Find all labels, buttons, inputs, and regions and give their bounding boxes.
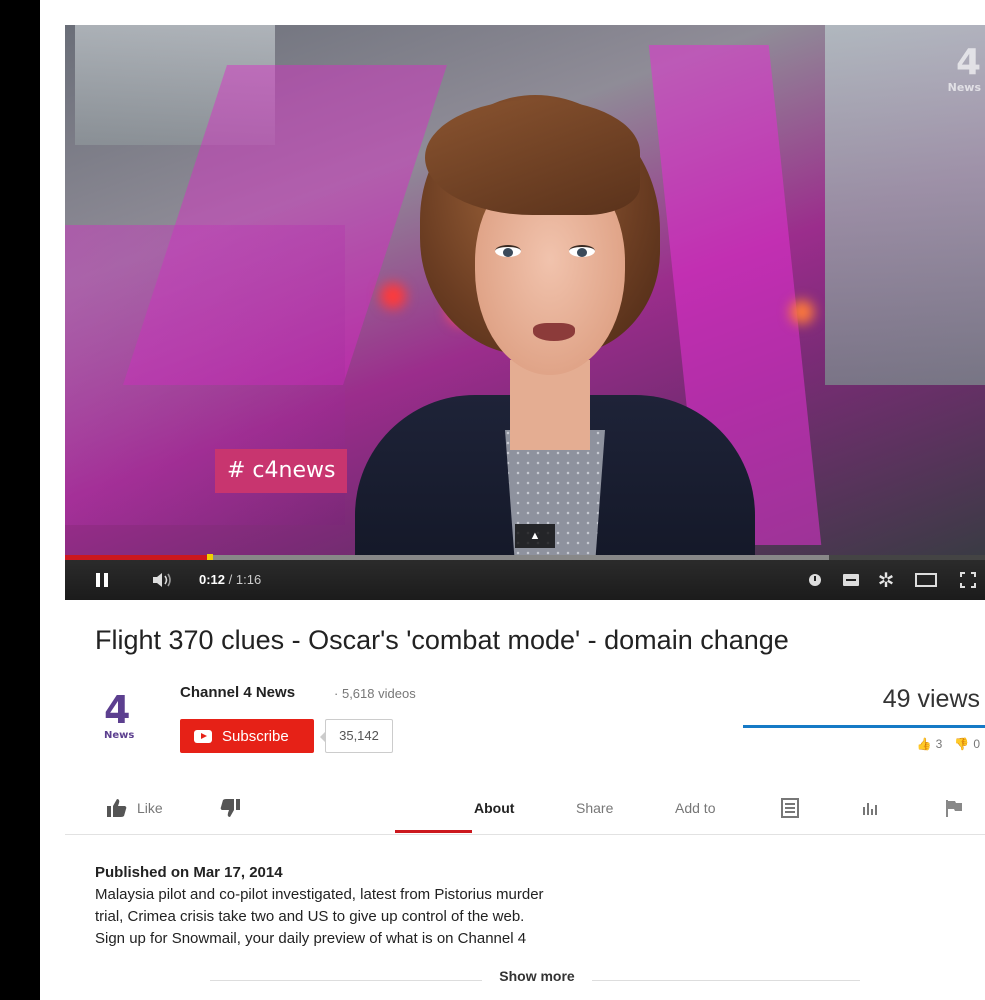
like-dislike-bar xyxy=(743,725,985,728)
presenter xyxy=(325,95,755,555)
presenter-fringe xyxy=(425,100,640,215)
presenter-eye xyxy=(569,245,595,257)
time-separator: / xyxy=(228,572,236,587)
dislike-button[interactable] xyxy=(220,780,240,835)
video-description: Published on Mar 17, 2014 Malaysia pilot… xyxy=(95,862,775,950)
flag-icon[interactable] xyxy=(945,780,963,835)
tab-share[interactable]: Share xyxy=(576,780,613,835)
expand-up-icon[interactable]: ▲ xyxy=(515,524,555,548)
video-frame[interactable]: # c4news 4 News ▲ xyxy=(65,25,985,555)
settings-icon[interactable]: ✲ xyxy=(873,560,899,600)
channel-watermark: 4 News xyxy=(941,45,981,115)
like-count: 3 xyxy=(935,737,943,751)
description-line: Sign up for Snowmail, your daily preview… xyxy=(95,930,527,947)
current-time: 0:12 xyxy=(199,572,226,587)
count-separator: · xyxy=(334,686,339,701)
channel-logo-word: News xyxy=(104,730,135,741)
video-player[interactable]: # c4news 4 News ▲ 0:12 / 1:16 ✲ xyxy=(65,25,985,600)
watermark-word: News xyxy=(947,81,981,94)
like-button[interactable]: Like xyxy=(107,780,163,835)
theater-icon[interactable] xyxy=(911,560,941,600)
thumbs-up-icon xyxy=(107,798,127,817)
volume-icon[interactable] xyxy=(145,560,181,600)
subscribe-label: Subscribe xyxy=(222,727,289,745)
watermark-number: 4 xyxy=(955,42,981,83)
captions-icon[interactable] xyxy=(839,560,863,600)
active-tab-indicator xyxy=(395,830,472,833)
thumbs-down-icon xyxy=(220,798,240,817)
like-summary: 👍 3 👎 0 xyxy=(917,737,980,751)
subscriber-count: 35,142 xyxy=(320,719,393,753)
pause-icon[interactable] xyxy=(87,560,117,600)
dislike-summary-item: 👎 0 xyxy=(954,737,980,751)
player-controls: 0:12 / 1:16 ✲ xyxy=(65,560,985,600)
subscribe-button[interactable]: Subscribe xyxy=(180,719,314,753)
presenter-mouth xyxy=(533,323,575,341)
channel-video-count[interactable]: · 5,618 videos xyxy=(334,686,416,701)
tab-add-to[interactable]: Add to xyxy=(675,780,715,835)
view-count: 49 views xyxy=(882,685,980,713)
background-light xyxy=(790,300,814,324)
transcript-icon[interactable] xyxy=(781,780,799,835)
dislike-count: 0 xyxy=(973,737,980,751)
hashtag-overlay: # c4news xyxy=(215,449,348,493)
video-title: Flight 370 clues - Oscar's 'combat mode'… xyxy=(95,625,789,655)
time-display: 0:12 / 1:16 xyxy=(199,560,261,600)
action-bar: Like About Share Add to xyxy=(65,780,985,835)
stats-icon[interactable] xyxy=(862,780,880,835)
video-count-text: 5,618 videos xyxy=(341,686,416,701)
show-more-button[interactable]: Show more xyxy=(482,968,592,984)
description-line: Malaysia pilot and co-pilot investigated… xyxy=(95,886,544,903)
channel-logo-number: 4 xyxy=(104,688,131,732)
thumbs-up-icon: 👍 xyxy=(916,737,932,751)
channel-avatar[interactable]: 4 News xyxy=(104,690,150,752)
presenter-eye xyxy=(495,245,521,257)
fullscreen-icon[interactable] xyxy=(953,560,983,600)
published-date: Published on Mar 17, 2014 xyxy=(95,864,283,881)
tab-about[interactable]: About xyxy=(474,780,514,835)
channel-name-link[interactable]: Channel 4 News xyxy=(180,684,295,701)
like-summary-item: 👍 3 xyxy=(917,737,943,751)
description-line: trial, Crimea crisis take two and US to … xyxy=(95,908,525,925)
annotations-icon[interactable] xyxy=(803,560,827,600)
youtube-play-icon xyxy=(194,729,212,743)
like-label: Like xyxy=(137,799,163,816)
duration: 1:16 xyxy=(235,572,262,587)
thumbs-down-icon: 👎 xyxy=(954,737,970,751)
